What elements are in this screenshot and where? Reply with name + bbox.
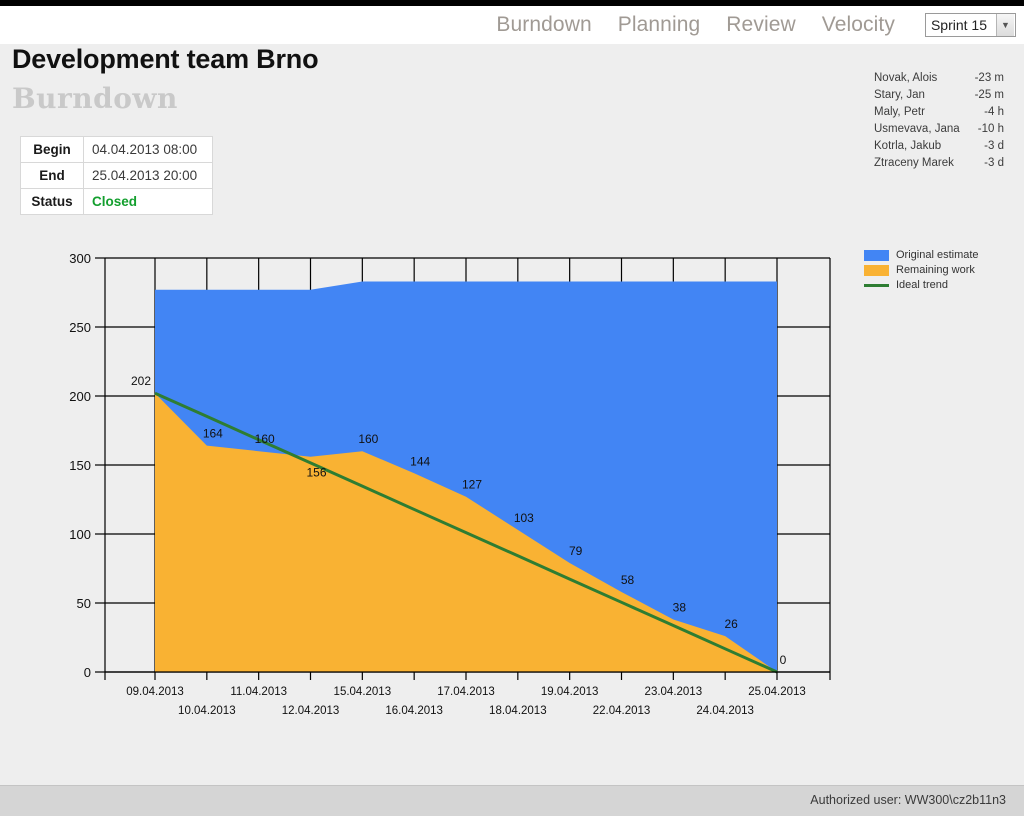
table-row: Status Closed [20, 188, 213, 215]
data-point-label: 164 [203, 427, 223, 441]
list-item: Kotrla, Jakub -3 d [874, 138, 1004, 155]
status-badge: Closed [83, 188, 213, 215]
footer-bar: Authorized user: WW300\cz2b11n3 [0, 785, 1024, 816]
member-value: -3 d [984, 140, 1004, 152]
list-item: Ztraceny Marek -3 d [874, 155, 1004, 172]
data-point-label: 160 [358, 432, 378, 446]
x-tick-label: 24.04.2013 [696, 705, 754, 717]
member-name: Stary, Jan [874, 89, 925, 101]
legend-label: Remaining work [896, 264, 975, 276]
y-tick-label: 200 [69, 389, 91, 404]
x-tick-label: 22.04.2013 [593, 705, 651, 717]
chart-legend: Original estimate Remaining work Ideal t… [864, 248, 979, 293]
data-point-label: 127 [462, 478, 482, 492]
info-value-end: 25.04.2013 20:00 [83, 162, 213, 189]
data-point-label: 58 [621, 573, 635, 587]
info-key-status: Status [20, 188, 84, 215]
data-point-label: 0 [780, 653, 787, 667]
y-tick-label: 300 [69, 251, 91, 266]
member-value: -23 m [974, 72, 1004, 84]
x-tick-label: 17.04.2013 [437, 686, 495, 698]
data-point-label: 144 [410, 454, 430, 468]
legend-item-ideal-trend: Ideal trend [864, 278, 979, 292]
info-value-begin: 04.04.2013 08:00 [83, 136, 213, 163]
table-row: Begin 04.04.2013 08:00 [20, 136, 213, 163]
authorized-user-label: Authorized user: WW300\cz2b11n3 [810, 793, 1006, 807]
burndown-chart: 0 50 100 150 200 250 300 202 164 160 156 160 144 127 1… [0, 240, 860, 720]
member-name: Usmevava, Jana [874, 123, 960, 135]
legend-label: Original estimate [896, 249, 979, 261]
y-tick-label: 50 [77, 596, 91, 611]
legend-swatch-icon [864, 264, 889, 276]
x-tick-label: 09.04.2013 [126, 686, 184, 698]
member-value: -10 h [977, 123, 1004, 135]
x-tick-label: 10.04.2013 [178, 705, 236, 717]
sprint-select-value: Sprint 15 [930, 17, 987, 33]
member-value: -3 d [984, 157, 1004, 169]
data-point-label: 26 [724, 617, 738, 631]
data-point-label: 38 [673, 601, 687, 615]
nav-link-burndown[interactable]: Burndown [496, 13, 591, 37]
member-name: Ztraceny Marek [874, 157, 954, 169]
legend-item-original-estimate: Original estimate [864, 248, 979, 262]
legend-label: Ideal trend [896, 279, 948, 291]
data-point-label: 79 [569, 544, 583, 558]
page-title: Development team Brno [12, 44, 319, 74]
data-point-label: 202 [131, 374, 151, 388]
list-item: Stary, Jan -25 m [874, 87, 1004, 104]
nav-links: Burndown Planning Review Velocity Sprint… [496, 6, 1016, 44]
data-point-label: 156 [306, 466, 326, 480]
x-tick-label: 16.04.2013 [385, 705, 443, 717]
data-point-label: 160 [255, 432, 275, 446]
y-tick-label: 100 [69, 527, 91, 542]
nav-link-review[interactable]: Review [726, 13, 795, 37]
legend-line-icon [864, 283, 889, 287]
list-item: Usmevava, Jana -10 h [874, 121, 1004, 138]
table-row: End 25.04.2013 20:00 [20, 162, 213, 189]
nav-link-planning[interactable]: Planning [618, 13, 701, 37]
sprint-select[interactable]: Sprint 15 ▼ [924, 13, 1016, 37]
sprint-info-table: Begin 04.04.2013 08:00 End 25.04.2013 20… [20, 136, 213, 215]
x-tick-label: 11.04.2013 [230, 686, 287, 698]
x-tick-label: 12.04.2013 [282, 705, 340, 717]
page-subtitle: Burndown [12, 82, 178, 115]
chevron-down-icon[interactable]: ▼ [996, 14, 1014, 36]
list-item: Maly, Petr -4 h [874, 104, 1004, 121]
nav-header: Burndown Planning Review Velocity Sprint… [0, 6, 1024, 44]
x-tick-label: 18.04.2013 [489, 705, 547, 717]
nav-link-velocity[interactable]: Velocity [822, 13, 895, 37]
y-tick-label: 150 [69, 458, 91, 473]
x-tick-label: 23.04.2013 [645, 686, 703, 698]
member-name: Novak, Alois [874, 72, 938, 84]
legend-item-remaining-work: Remaining work [864, 263, 979, 277]
list-item: Novak, Alois -23 m [874, 70, 1004, 87]
legend-swatch-icon [864, 249, 889, 261]
x-tick-label: 25.04.2013 [748, 686, 806, 698]
member-name: Maly, Petr [874, 106, 925, 118]
member-value: -25 m [974, 89, 1004, 101]
y-tick-label: 0 [84, 665, 91, 680]
info-key-begin: Begin [20, 136, 84, 163]
y-tick-label: 250 [69, 320, 91, 335]
member-name: Kotrla, Jakub [874, 140, 942, 152]
x-tick-label: 15.04.2013 [334, 686, 392, 698]
info-key-end: End [20, 162, 84, 189]
data-point-label: 103 [514, 511, 534, 525]
x-tick-label: 19.04.2013 [541, 686, 599, 698]
member-value: -4 h [984, 106, 1004, 118]
team-member-list: Novak, Alois -23 m Stary, Jan -25 m Maly… [874, 70, 1004, 172]
burndown-chart-svg: 0 50 100 150 200 250 300 202 164 160 156 160 144 127 1… [69, 251, 831, 717]
